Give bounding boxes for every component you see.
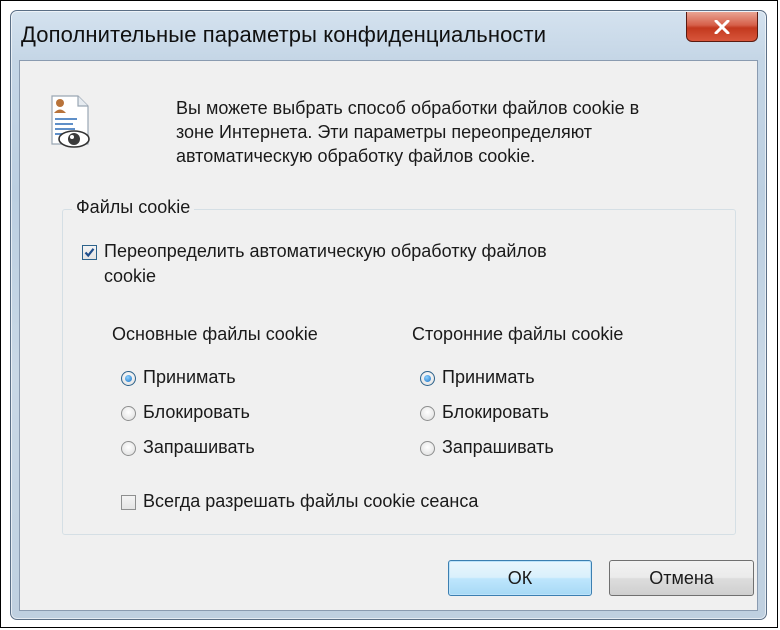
first-party-prompt-radio[interactable]	[121, 441, 136, 456]
privacy-document-eye-icon	[51, 95, 90, 148]
description-line: Вы можете выбрать способ обработки файло…	[176, 98, 640, 118]
first-party-cookies-heading: Основные файлы cookie	[112, 324, 318, 344]
checkmark-icon	[84, 248, 95, 258]
first-party-block-radio[interactable]	[121, 406, 136, 421]
third-party-block-radio[interactable]	[420, 406, 435, 421]
always-allow-session-cookies-label[interactable]: Всегда разрешать файлы cookie сеанса	[143, 491, 478, 512]
dialog-content: Вы можете выбрать способ обработки файло…	[19, 60, 758, 611]
override-auto-cookie-label-continued[interactable]: cookie	[104, 266, 156, 287]
description-text: Вы можете выбрать способ обработки файло…	[176, 96, 746, 168]
description-line: автоматическую обработку файлов cookie.	[176, 146, 536, 166]
cancel-button[interactable]: Отмена	[609, 560, 754, 596]
ok-button[interactable]: ОК	[448, 560, 592, 596]
title-bar[interactable]: Дополнительные параметры конфиденциально…	[11, 11, 766, 61]
close-button[interactable]	[686, 12, 758, 42]
override-auto-cookie-label[interactable]: Переопределить автоматическую обработку …	[104, 241, 547, 262]
first-party-accept-label[interactable]: Принимать	[143, 367, 236, 388]
first-party-accept-radio[interactable]	[121, 371, 136, 386]
third-party-accept-radio[interactable]	[420, 371, 435, 386]
third-party-prompt-label[interactable]: Запрашивать	[442, 437, 554, 458]
dialog-window: Дополнительные параметры конфиденциально…	[10, 10, 767, 620]
first-party-prompt-label[interactable]: Запрашивать	[143, 437, 255, 458]
third-party-prompt-radio[interactable]	[420, 441, 435, 456]
override-auto-cookie-checkbox[interactable]	[82, 245, 97, 260]
cookies-group-legend: Файлы cookie	[72, 197, 195, 218]
window-title: Дополнительные параметры конфиденциально…	[21, 22, 547, 47]
third-party-cookies-heading: Сторонние файлы cookie	[412, 324, 624, 344]
third-party-accept-label[interactable]: Принимать	[442, 367, 535, 388]
description-line: зоне Интернета. Эти параметры переопреде…	[176, 122, 593, 142]
first-party-block-label[interactable]: Блокировать	[143, 402, 250, 423]
third-party-block-label[interactable]: Блокировать	[442, 402, 549, 423]
always-allow-session-cookies-checkbox[interactable]	[121, 495, 136, 510]
close-icon	[714, 19, 730, 34]
